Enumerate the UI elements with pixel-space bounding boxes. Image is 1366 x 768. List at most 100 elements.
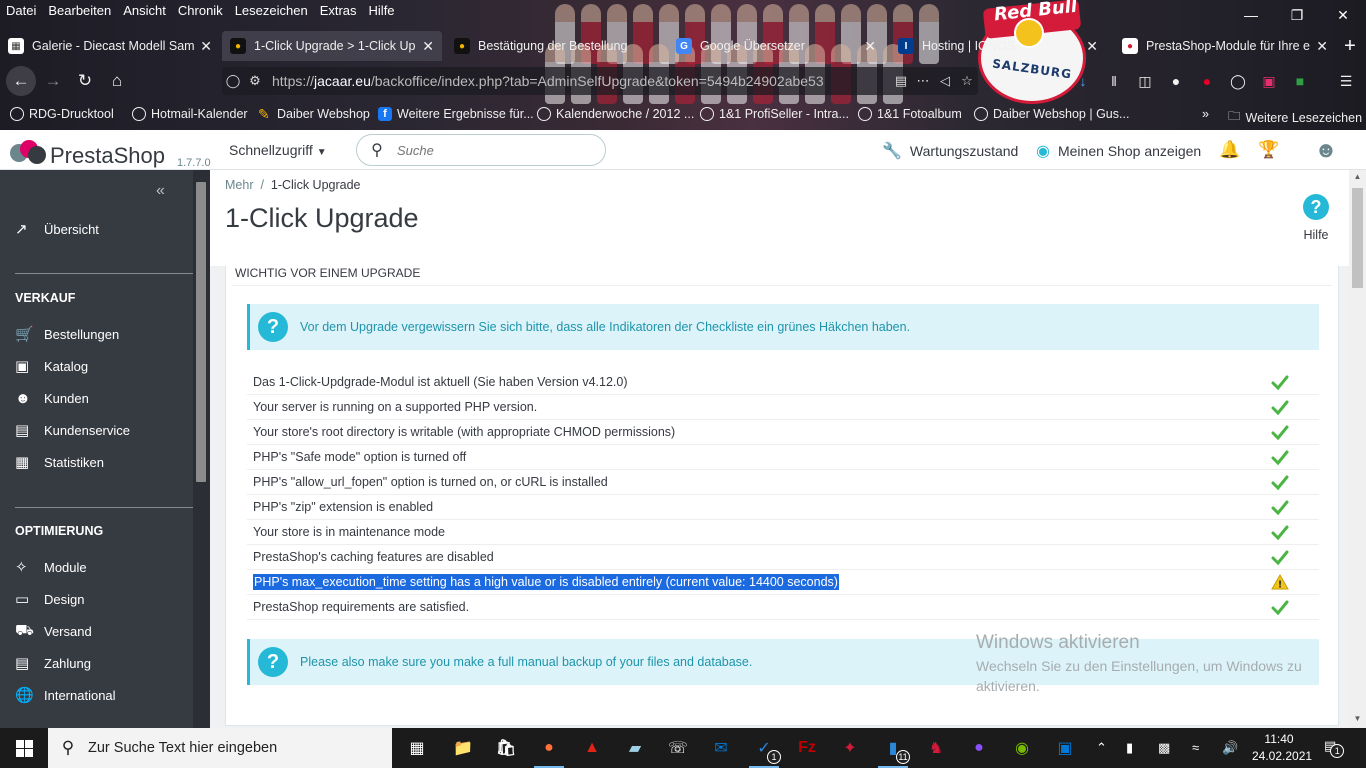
collapse-sidebar-icon[interactable]: « [156, 182, 165, 200]
reader-view-icon[interactable]: ▤ [890, 73, 912, 89]
quick-access-dropdown[interactable]: Schnellzugriff ▼ [229, 142, 327, 158]
menu-lesezeichen[interactable]: Lesezeichen [229, 0, 314, 22]
windows-start-button[interactable] [0, 728, 48, 768]
maintenance-link[interactable]: 🔧 Wartungszustand [882, 141, 1018, 161]
sidebar-toggle-icon[interactable]: ◫ [1134, 70, 1156, 92]
sidebar-item-kunden[interactable]: ☻ Kunden [0, 382, 193, 414]
employee-avatar-icon[interactable]: ☻ [1314, 137, 1338, 162]
bookmark-star-icon[interactable]: ☆ [956, 73, 978, 89]
bookmark-fotoalbum[interactable]: 1&1 Fotoalbum [852, 107, 968, 121]
menu-chronik[interactable]: Chronik [172, 0, 229, 22]
close-tab-icon[interactable]: ✕ [864, 38, 876, 55]
remote-desktop-icon[interactable]: ▣ [1048, 732, 1082, 764]
acrobat-icon[interactable]: ▲ [575, 732, 609, 764]
instagram-icon[interactable]: ▣ [1258, 70, 1280, 92]
sidebar-item-international[interactable]: 🌐 International [0, 679, 193, 711]
taskbar-search-box[interactable]: ⚲ Zur Suche Text hier eingeben [48, 728, 392, 768]
back-button[interactable]: ← [6, 66, 36, 96]
sidebar-item-zahlung[interactable]: ▤ Zahlung [0, 647, 193, 679]
battery-icon[interactable]: ▮ [1126, 740, 1133, 756]
extension-icon[interactable]: ◯ [1227, 70, 1249, 92]
action-center-icon[interactable]: ▤ 1 [1324, 738, 1345, 758]
mail-app-icon[interactable]: ✉ [704, 732, 738, 764]
sidebar-item-bestellungen[interactable]: 🛒 Bestellungen [0, 318, 193, 350]
forward-button[interactable]: → [38, 66, 68, 96]
help-button[interactable]: ? Hilfe [1303, 194, 1329, 242]
close-tab-icon[interactable]: ✕ [1086, 38, 1098, 55]
nvu-icon[interactable]: ● [962, 732, 996, 764]
whatsapp-icon[interactable]: ☏ [661, 732, 695, 764]
bookmark-weitere-ergebnisse[interactable]: f Weitere Ergebnisse für... [372, 107, 540, 121]
close-window-button[interactable]: ✕ [1320, 0, 1366, 30]
scrollbar-thumb[interactable] [1352, 188, 1363, 288]
game-app-icon[interactable]: ♞ [919, 732, 953, 764]
sidebar-item-module[interactable]: ✧ Module [0, 551, 193, 583]
menu-extras[interactable]: Extras [314, 0, 363, 22]
device-icon[interactable]: ▩ [1158, 740, 1170, 756]
sidebar-item-katalog[interactable]: ▣ Katalog [0, 350, 193, 382]
ps-search-box[interactable]: ⚲ [356, 134, 606, 166]
sidebar-item-uebersicht[interactable]: ↗ Übersicht [0, 213, 193, 245]
account-icon[interactable]: ● [1165, 70, 1187, 92]
sidebar-item-statistiken[interactable]: ▦ Statistiken [0, 446, 193, 478]
menu-datei[interactable]: Datei [0, 0, 42, 22]
pocket-icon[interactable]: ◁ [934, 73, 956, 89]
file-explorer-icon[interactable]: 📁 [446, 732, 480, 764]
tab-google-uebersetzer[interactable]: G Google Übersetzer ✕ [668, 31, 884, 61]
sidebar-item-kundenservice[interactable]: ▤ Kundenservice [0, 414, 193, 446]
view-shop-link[interactable]: ◉ Meinen Shop anzeigen [1036, 141, 1201, 161]
menu-ansicht[interactable]: Ansicht [117, 0, 172, 22]
bookmark-daiber-webshop-gus[interactable]: Daiber Webshop | Gus... [968, 107, 1135, 121]
wifi-icon[interactable]: ≈ [1192, 740, 1199, 755]
bookmark-folder-weitere[interactable]: 🗀 Weitere Lesezeichen [1222, 107, 1366, 128]
search-input[interactable] [397, 142, 577, 158]
notes-app-icon[interactable]: ▰ [618, 732, 652, 764]
sidebar-item-design[interactable]: ▭ Design [0, 583, 193, 615]
trophy-icon[interactable]: 🏆 [1257, 138, 1281, 162]
sidebar-scrollbar[interactable] [193, 170, 210, 728]
reload-button[interactable]: ↻ [70, 66, 100, 96]
site-info-icon[interactable]: ⚙ [244, 73, 266, 89]
close-tab-icon[interactable]: ✕ [1316, 38, 1328, 55]
app-green-icon[interactable]: ◉ [1005, 732, 1039, 764]
tab-bestaetigung[interactable]: ● Bestätigung der Bestellung [446, 31, 666, 61]
firefox-icon[interactable]: ● [532, 732, 566, 768]
tab-galerie[interactable]: ▦ Galerie - Diecast Modell Samm ✕ [0, 31, 220, 61]
tab-prestashop-module[interactable]: ● PrestaShop-Module für Ihre eC ✕ [1114, 31, 1336, 61]
sticky-notes-icon[interactable]: ▮ 11 [876, 732, 910, 768]
bookmark-profiseller[interactable]: 1&1 ProfiSeller - Intra... [694, 107, 855, 121]
url-bar[interactable]: ◯ ⚙ https://jacaar.eu/backoffice/index.p… [222, 67, 978, 95]
tab-hosting-ionos[interactable]: I Hosting | IONOS ✕ [890, 31, 1106, 61]
page-scrollbar[interactable]: ▲ ▼ [1349, 170, 1366, 728]
volume-icon[interactable]: 🔊 [1222, 740, 1238, 756]
bookmark-daiber-webshop[interactable]: ✎ Daiber Webshop [252, 107, 376, 121]
filezilla-icon[interactable]: Fz [790, 732, 824, 764]
bookmarks-overflow-chevron-icon[interactable]: » [1196, 107, 1215, 121]
library-icon[interactable]: ‖ [1103, 70, 1125, 92]
close-tab-icon[interactable]: ✕ [422, 38, 434, 55]
show-hidden-icons-icon[interactable]: ⌃ [1096, 740, 1107, 756]
shield-icon[interactable]: ◯ [222, 73, 244, 89]
store-icon[interactable]: 🛍 [489, 732, 523, 764]
download-icon[interactable]: ↓ [1072, 70, 1094, 92]
scroll-up-icon[interactable]: ▲ [1349, 172, 1366, 181]
bookmark-kalenderwoche[interactable]: Kalenderwoche / 2012 ... [531, 107, 700, 121]
outlook-icon[interactable]: ✓ 1 [747, 732, 781, 768]
menu-bearbeiten[interactable]: Bearbeiten [42, 0, 117, 22]
prestashop-logo[interactable]: PrestaShop 1.7.7.0 [10, 138, 211, 172]
bookmark-hotmail-kalender[interactable]: Hotmail-Kalender [126, 107, 254, 121]
page-actions-icon[interactable]: ⋯ [912, 73, 934, 89]
home-button[interactable]: ⌂ [102, 66, 132, 96]
hamburger-menu-icon[interactable]: ☰ [1335, 70, 1357, 92]
notifications-bell-icon[interactable]: 🔔 [1218, 138, 1242, 162]
close-tab-icon[interactable]: ✕ [200, 38, 212, 55]
bookmark-rdg-drucktool[interactable]: RDG-Drucktool [4, 107, 120, 121]
pinterest-icon[interactable]: ● [1196, 70, 1218, 92]
extension-green-icon[interactable]: ■ [1289, 70, 1311, 92]
new-tab-button[interactable]: + [1338, 31, 1362, 61]
url-text[interactable]: https://jacaar.eu/backoffice/index.php?t… [266, 73, 890, 89]
breadcrumb-parent-link[interactable]: Mehr [225, 178, 253, 192]
menu-hilfe[interactable]: Hilfe [363, 0, 401, 22]
sidebar-item-versand[interactable]: ⛟ Versand [0, 615, 193, 647]
scroll-down-icon[interactable]: ▼ [1349, 714, 1366, 723]
